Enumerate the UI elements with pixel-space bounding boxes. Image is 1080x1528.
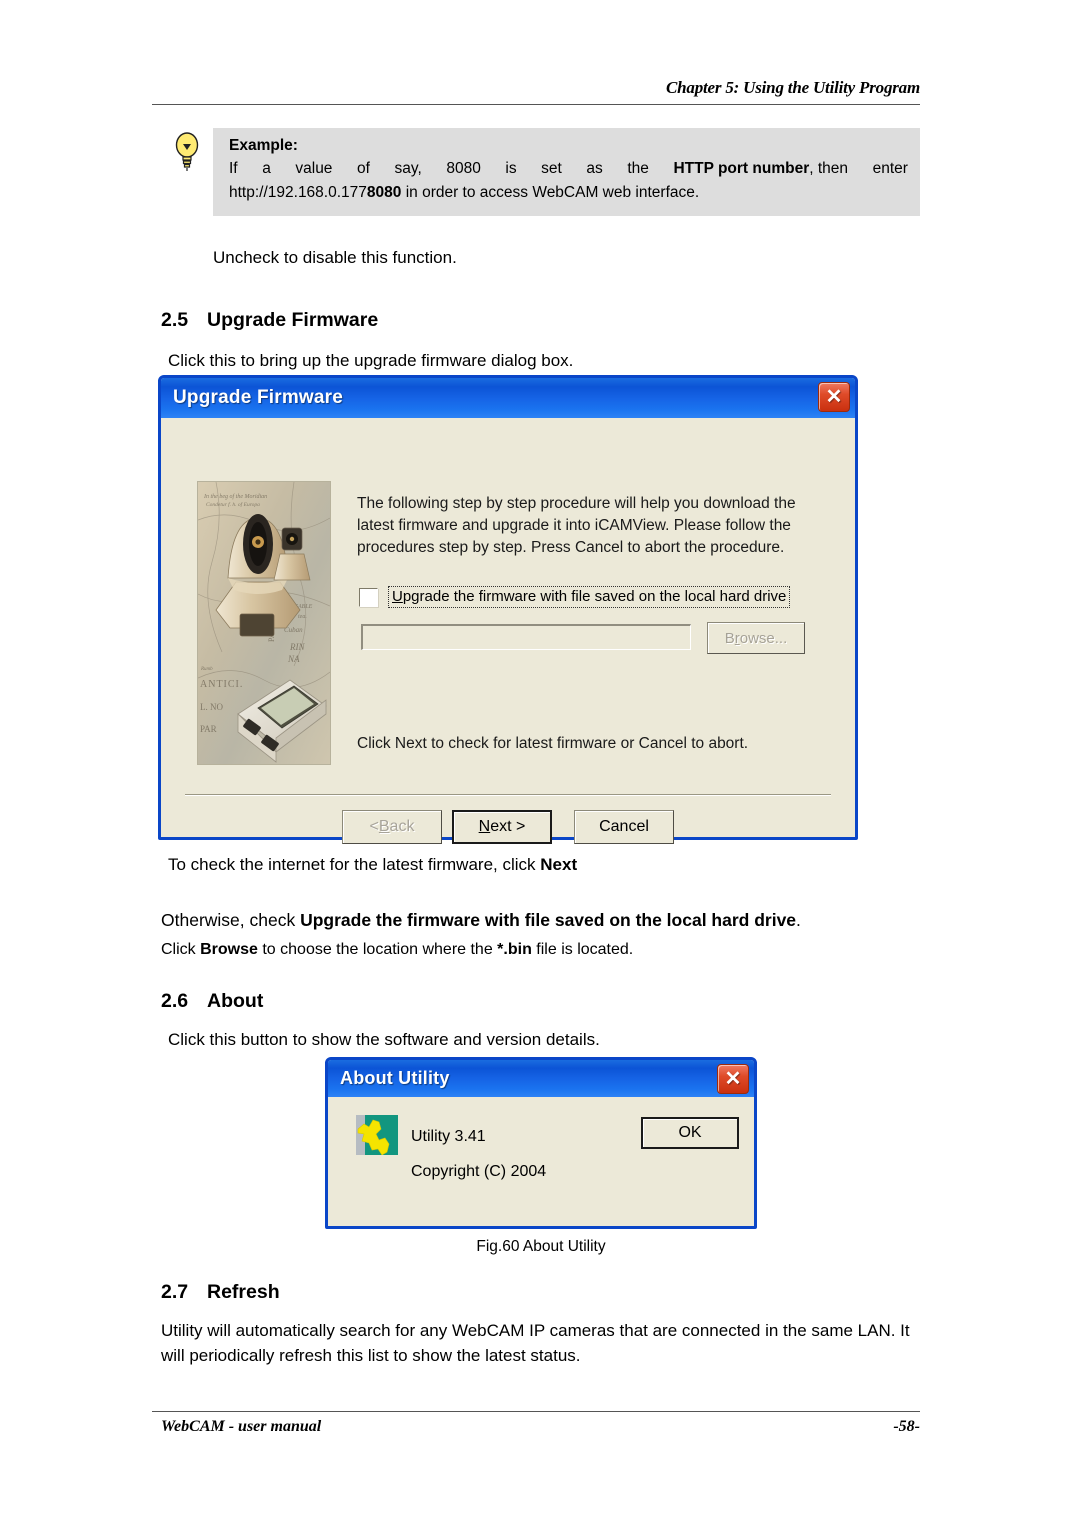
local-file-checkbox-row[interactable]: Upgrade the firmware with file saved on … [359,586,791,608]
svg-text:NA: NA [287,654,300,664]
section-heading-2-5: 2.5 Upgrade Firmware [161,309,378,332]
ex-w3: value [295,160,333,177]
ex-w4: of [357,160,370,177]
figure-caption: Fig.60 About Utility [476,1238,606,1255]
ex-w10: the [627,160,649,177]
browse-rest: owse... [739,629,788,647]
upgrade-dialog-titlebar: Upgrade Firmware ✕ [161,378,855,418]
next-rest: ext > [490,818,526,835]
footer-page-number: -58- [893,1418,920,1435]
back-arrow: < [369,818,379,835]
close-icon[interactable]: ✕ [717,1064,749,1094]
browse-b: B [724,629,735,647]
ex-w12: enter [872,160,908,177]
dialog-separator [185,794,831,796]
about-dialog-body: Utility 3.41 Copyright (C) 2004 OK [328,1097,754,1226]
cb-bin: *.bin [497,941,532,958]
ex-w5: say, [394,160,422,177]
otherwise-c: . [796,910,801,930]
svg-text:tea.: tea. [298,614,307,620]
wizard-button-row: < Back Next > Cancel [161,810,855,844]
about-copyright-line: Copyright (C) 2004 [411,1163,547,1180]
ex-url: http://192.168.0.177 [229,184,367,201]
svg-text:L. NO: L. NO [200,702,223,712]
local-file-checkbox-label[interactable]: Upgrade the firmware with file saved on … [388,586,791,608]
ex-tail: in order to access WebCAM web interface. [401,184,700,201]
otherwise-a: Otherwise, check [161,910,301,930]
ex-w2: a [262,160,271,177]
cb-browse: Browse [200,941,258,958]
header-rule [152,104,920,105]
upgrade-dialog-title: Upgrade Firmware [173,387,344,408]
ex-port: 8080 [366,184,402,201]
about-dialog-title: About Utility [340,1068,450,1088]
ex-w11: , then [809,160,849,177]
uncheck-paragraph: Uncheck to disable this function. [213,248,457,267]
upgrade-intro-paragraph: Click this to bring up the upgrade firmw… [168,351,574,370]
section-title: About [207,990,264,1012]
footer-rule [152,1411,920,1412]
to-check-paragraph: To check the internet for the latest fir… [168,852,577,877]
example-line-2: http://192.168.0.1778080 in order to acc… [229,181,908,205]
svg-text:ANTICI.: ANTICI. [200,679,243,690]
section-heading-2-7: 2.7 Refresh [161,1281,280,1304]
cb-a: Click [161,941,201,958]
local-file-checkbox[interactable] [359,587,378,607]
section-title: Refresh [207,1281,280,1303]
back-rest: ack [389,818,415,835]
cb-c: to choose the location where the [257,941,498,958]
ok-button[interactable]: OK [641,1117,739,1149]
manual-page: Chapter 5: Using the Utility Program Exa… [0,0,1080,1528]
about-utility-dialog: About Utility ✕ Utility 3.41 Copyright (… [325,1057,757,1229]
section-heading-2-6: 2.6 About [161,990,263,1013]
ex-w6: 8080 [446,160,481,177]
utility-app-icon [356,1115,398,1155]
otherwise-bold: Upgrade the firmware with file saved on … [300,910,797,930]
tocheck-a: To check the internet for the latest fir… [168,855,541,874]
firmware-path-input[interactable] [361,624,691,650]
browse-button[interactable]: Br owse... [707,622,805,654]
section-number: 2.6 [161,990,189,1012]
next-button[interactable]: Next > [452,810,552,844]
ex-w8: set [541,160,562,177]
svg-text:PAR: PAR [200,724,217,734]
ex-w7: is [505,160,517,177]
running-header: Chapter 5: Using the Utility Program [666,78,920,97]
upgrade-dialog-note: Click Next to check for latest firmware … [357,735,749,752]
cb-accel: U [392,588,403,605]
cb-e: file is located. [531,941,634,958]
cb-rest: pgrade the firmware with file saved on t… [402,588,787,605]
upgrade-dialog-description: The following step by step procedure wil… [357,495,796,556]
click-browse-paragraph: Click Browse to choose the location wher… [161,937,633,962]
example-title: Example: [229,137,298,154]
svg-text:RIN: RIN [289,642,305,652]
cancel-button[interactable]: Cancel [574,810,674,844]
example-callout: Example: If a value of say, 8080 is set … [213,128,920,216]
svg-text:Condetur f. h. of Europa: Condetur f. h. of Europa [206,501,260,508]
ex-w1: If [229,160,238,177]
otherwise-paragraph: Otherwise, check Upgrade the firmware wi… [161,908,801,933]
ex-http-port-number: HTTP port number [673,160,810,177]
upgrade-firmware-dialog: Upgrade Firmware ✕ In the beg of the Mor… [158,375,858,844]
ex-w9: as [586,160,603,177]
lightbulb-icon [170,130,204,172]
webcam-product-photo: In the beg of the Moridian Condetur f. h… [197,481,331,765]
back-button[interactable]: < Back [342,810,442,844]
about-dialog-titlebar: About Utility ✕ [328,1060,754,1097]
back-accel: B [378,818,390,835]
upgrade-dialog-body: In the beg of the Moridian Condetur f. h… [161,418,855,844]
section-number: 2.7 [161,1281,189,1303]
close-icon[interactable]: ✕ [818,382,850,412]
svg-text:In the beg of the Moridian: In the beg of the Moridian [203,493,267,500]
section-title: Upgrade Firmware [207,309,379,331]
example-line-1: If a value of say, 8080 is set as the HT… [229,157,908,181]
svg-text:Rumb: Rumb [200,667,213,672]
tocheck-next: Next [540,855,578,874]
about-version-line: Utility 3.41 [411,1128,486,1145]
about-intro-paragraph: Click this button to show the software a… [168,1030,600,1049]
next-accel: N [478,818,491,835]
section-number: 2.5 [161,309,189,331]
refresh-paragraph: Utility will automatically search for an… [161,1321,910,1365]
